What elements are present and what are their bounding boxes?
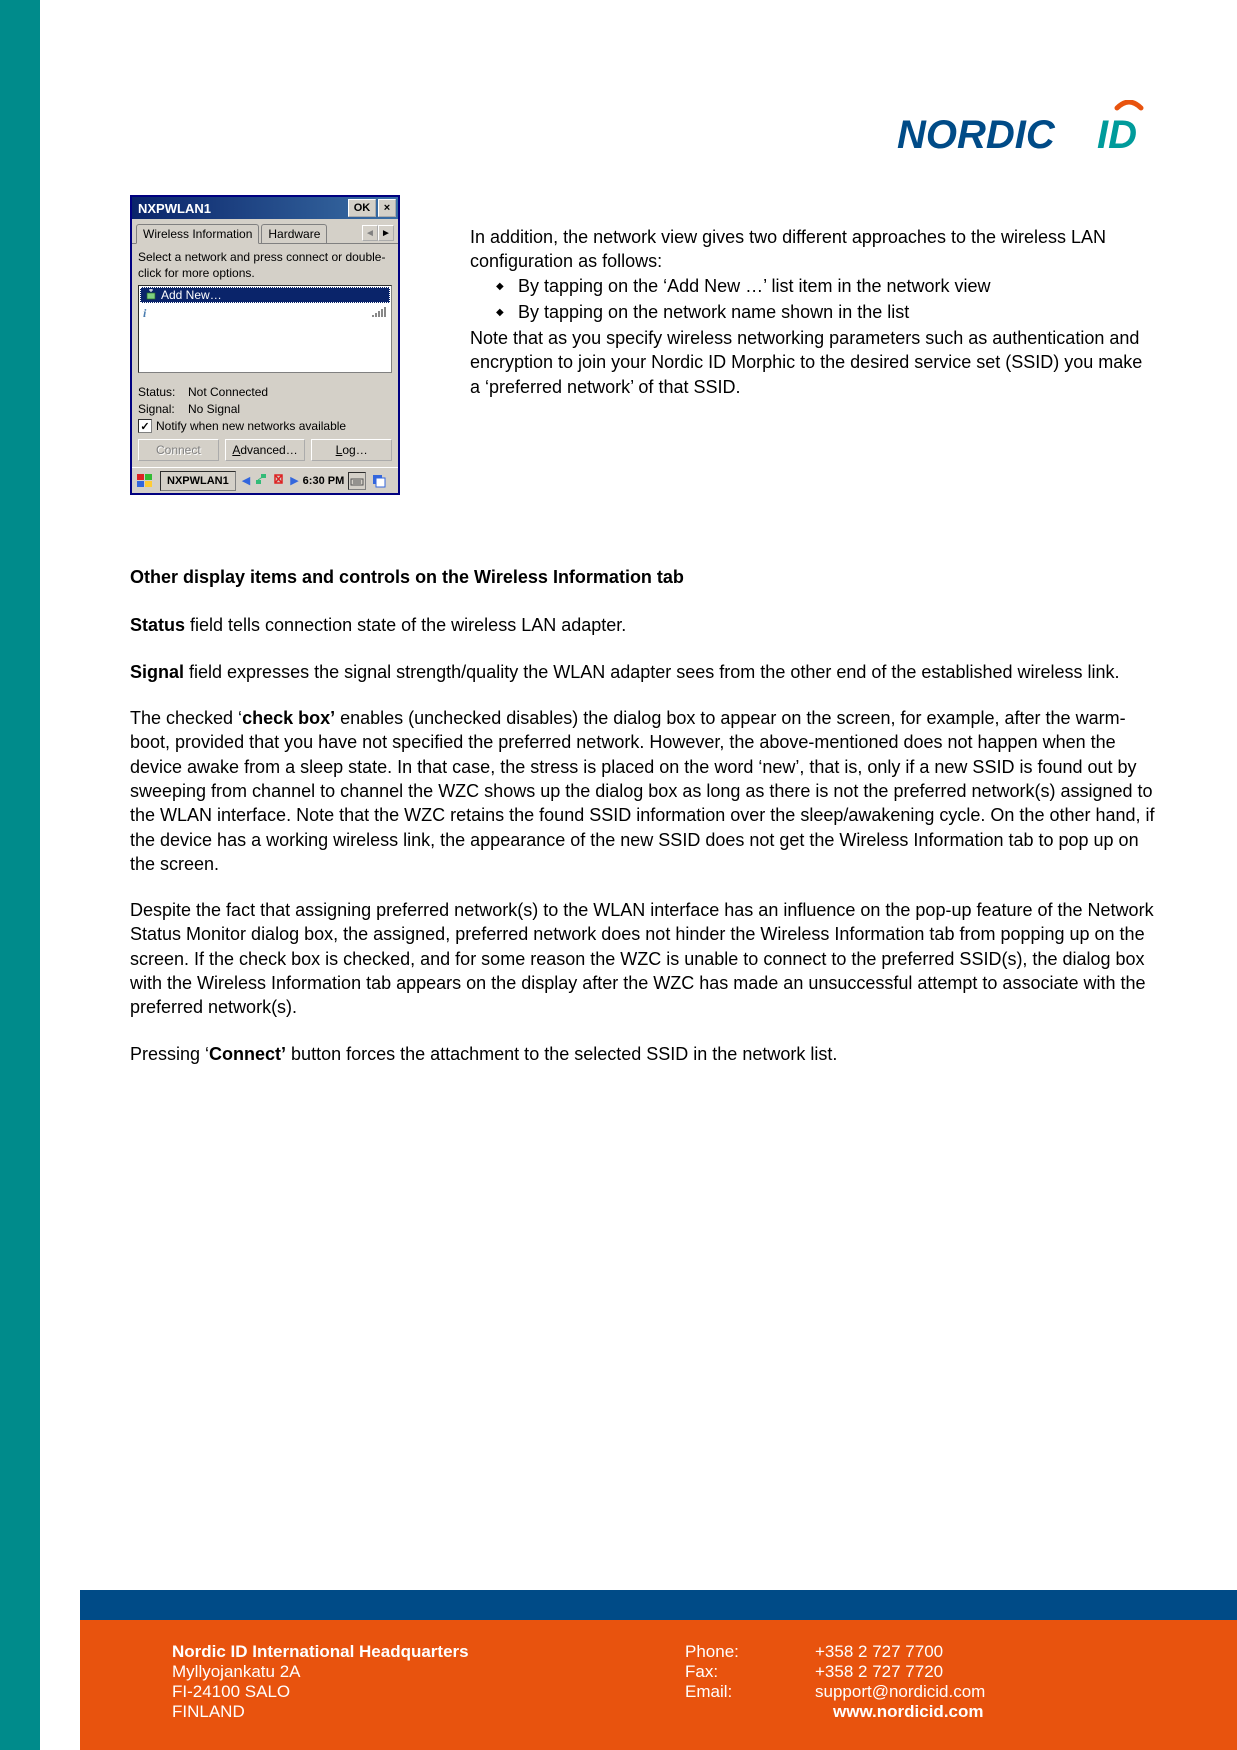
footer: Nordic ID International Headquarters Myl…: [80, 1620, 1237, 1750]
checkbox-paragraph: The checked ‘check box’ enables (uncheck…: [130, 706, 1157, 876]
addr-line-3: FINLAND: [172, 1702, 685, 1722]
section-heading: Other display items and controls on the …: [130, 565, 1157, 589]
signal-label: Signal:: [138, 402, 188, 416]
note-paragraph: Note that as you specify wireless networ…: [470, 326, 1157, 399]
title-bar: NXPWLAN1 OK ×: [132, 197, 398, 219]
hq-title: Nordic ID International Headquarters: [172, 1642, 685, 1662]
preferred-network-paragraph: Despite the fact that assigning preferre…: [130, 898, 1157, 1019]
connect-paragraph: Pressing ‘Connect’ button forces the att…: [130, 1042, 1157, 1066]
tray-network-icon[interactable]: [254, 472, 268, 489]
tab-scroll-left-icon[interactable]: ◄: [362, 225, 378, 241]
ok-button[interactable]: OK: [348, 199, 376, 217]
start-icon[interactable]: [134, 471, 156, 491]
tab-wireless-information[interactable]: Wireless Information: [136, 224, 259, 244]
email-value: support@nordicid.com: [815, 1682, 1157, 1702]
network-icon: [144, 288, 158, 302]
preferred-network-bold: preferred network: [489, 377, 630, 397]
logo-text-nordic: NORDIC: [897, 113, 1056, 157]
side-stripe: [0, 0, 40, 1750]
fax-label: Fax:: [685, 1662, 815, 1682]
tray-volume-icon[interactable]: ◀: [242, 474, 250, 487]
tray-keyboard-icon[interactable]: [348, 472, 366, 490]
add-new-item[interactable]: Add New…: [140, 287, 390, 303]
addr-line-2: FI-24100 SALO: [172, 1682, 685, 1702]
status-value: Not Connected: [188, 385, 268, 399]
tray-arrow-icon[interactable]: ▶: [290, 474, 298, 487]
tab-strip: Wireless Information Hardware ◄ ►: [132, 219, 398, 244]
taskbar: NXPWLAN1 ◀ ▶ 6:30 PM: [132, 467, 398, 493]
fax-value: +358 2 727 7720: [815, 1662, 1157, 1682]
network-list[interactable]: Add New… i: [138, 285, 392, 373]
wince-window: NXPWLAN1 OK × Wireless Information Hardw…: [130, 195, 400, 495]
signal-paragraph: Signal field expresses the signal streng…: [130, 660, 1157, 684]
intro-paragraph: In addition, the network view gives two …: [470, 225, 1157, 274]
signal-bars-icon: [372, 307, 386, 320]
bullet-network-name: By tapping on the network name shown in …: [518, 300, 1157, 324]
notify-label: Notify when new networks available: [156, 419, 346, 433]
connect-button[interactable]: Connect: [138, 439, 219, 461]
phone-value: +358 2 727 7700: [815, 1642, 1157, 1662]
email-label: Email:: [685, 1682, 815, 1702]
nordicid-logo: NORDIC ID: [897, 100, 1157, 160]
tab-hardware[interactable]: Hardware: [261, 224, 327, 243]
signal-value: No Signal: [188, 402, 240, 416]
website: www.nordicid.com: [833, 1702, 1157, 1722]
status-paragraph: Status field tells connection state of t…: [130, 613, 1157, 637]
status-label: Status:: [138, 385, 188, 399]
taskbar-clock[interactable]: 6:30 PM: [303, 475, 345, 487]
page-content: NORDIC ID NXPWLAN1 OK × Wireless Informa…: [40, 0, 1237, 1750]
tab-scroll-right-icon[interactable]: ►: [378, 225, 394, 241]
tray-desktop-icon[interactable]: [370, 472, 388, 490]
add-new-label: Add New…: [161, 288, 222, 302]
footer-blue-strip: Nordic ID International Headquarters Myl…: [80, 1590, 1237, 1750]
taskbar-app-button[interactable]: NXPWLAN1: [160, 471, 236, 491]
window-title: NXPWLAN1: [134, 201, 346, 216]
logo-text-id: ID: [1097, 113, 1137, 157]
phone-label: Phone:: [685, 1642, 815, 1662]
notify-checkbox[interactable]: ✓: [138, 419, 152, 433]
network-placeholder-row[interactable]: i: [140, 304, 390, 322]
note-bold: Note: [470, 328, 508, 348]
log-button[interactable]: Log…: [311, 439, 392, 461]
tray-battery-icon[interactable]: [272, 472, 286, 489]
bullet-add-new: By tapping on the ‘Add New …’ list item …: [518, 274, 1157, 298]
addr-line-1: Myllyojankatu 2A: [172, 1662, 685, 1682]
advanced-button[interactable]: Advanced…: [225, 439, 306, 461]
close-button[interactable]: ×: [378, 199, 396, 217]
info-icon: i: [143, 306, 157, 321]
instruction-text: Select a network and press connect or do…: [138, 250, 392, 281]
intro-text-column: In addition, the network view gives two …: [470, 195, 1157, 399]
